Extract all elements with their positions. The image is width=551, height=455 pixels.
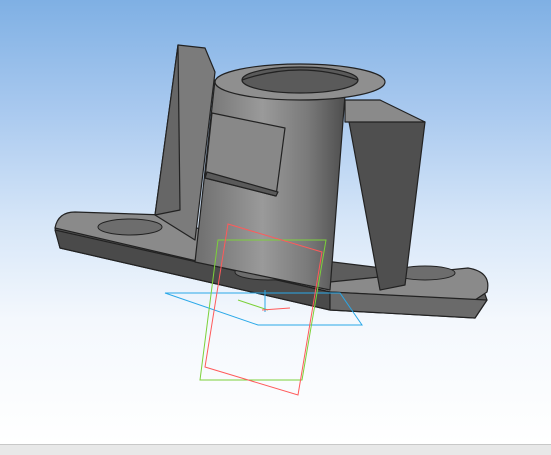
status-strip: [0, 444, 551, 455]
axis-green: [237, 299, 269, 311]
cylinder-boss[interactable]: [194, 63, 386, 291]
3d-viewport[interactable]: [0, 0, 551, 444]
bore-hole: [241, 66, 359, 94]
right-rib[interactable]: [344, 99, 426, 291]
model-canvas[interactable]: [0, 0, 551, 444]
hole-left: [97, 218, 163, 236]
